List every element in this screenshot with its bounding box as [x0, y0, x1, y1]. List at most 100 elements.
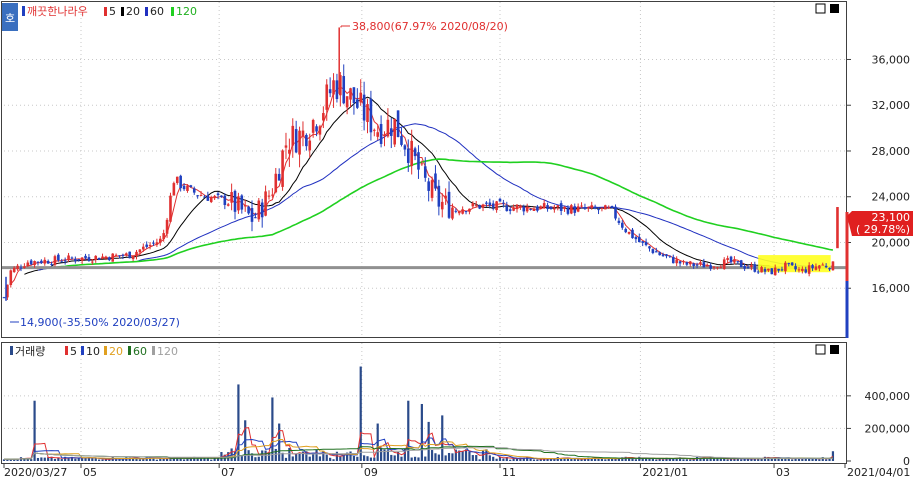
candle-body	[593, 206, 597, 209]
price-tick-label: 24,000	[872, 191, 911, 204]
candle-body	[33, 261, 36, 266]
volume-bar	[43, 457, 46, 461]
volume-bar	[318, 456, 322, 461]
price-tick-label: 32,000	[872, 99, 911, 112]
volume-tick-label: 200,000	[865, 422, 911, 435]
candle-body	[97, 257, 101, 260]
candle-body	[118, 255, 121, 257]
candle-body	[702, 262, 706, 268]
side-icon[interactable]: 호	[5, 12, 15, 25]
current-price-badge: 23,100 ( 29.78%)	[847, 211, 913, 236]
current-change-text: ( 29.78%)	[856, 223, 910, 236]
volume-bar	[444, 455, 447, 461]
candle-body	[627, 231, 631, 234]
volume-bar	[67, 458, 70, 461]
candle-body	[807, 265, 811, 274]
volume-bar	[818, 459, 821, 461]
candle-body	[671, 256, 675, 264]
volume-bar	[329, 457, 332, 461]
candle-body	[675, 259, 678, 264]
candle-body	[2, 297, 6, 299]
volume-bar	[427, 421, 430, 461]
volume-bar	[580, 459, 583, 461]
candle-body	[420, 163, 424, 165]
candle-body	[580, 205, 583, 207]
vlegend-60-swatch	[128, 346, 131, 355]
x-tick-label: 2021/01	[642, 466, 688, 479]
candle-body	[379, 123, 383, 144]
candle-body	[53, 256, 57, 265]
candle-body	[67, 255, 70, 260]
candle-body	[128, 251, 131, 259]
candle-body	[444, 195, 447, 199]
candle-body	[566, 207, 570, 214]
candle-body	[604, 205, 607, 210]
candle-body	[777, 268, 780, 271]
volume-bar	[407, 400, 410, 461]
price-panel-close-button[interactable]	[830, 4, 839, 13]
candle-body	[294, 129, 298, 153]
candle-body	[403, 145, 407, 150]
volume-bar	[60, 459, 63, 461]
candle-body	[576, 206, 580, 212]
candle-body	[264, 191, 267, 216]
candle-body	[356, 99, 359, 108]
candle-body	[101, 256, 104, 259]
candle-body	[712, 266, 716, 268]
max-annotation-text: 38,800(67.97% 2020/08/20)	[352, 20, 508, 33]
volume-bar	[240, 455, 243, 461]
candle-body	[192, 188, 196, 193]
volume-bar	[570, 459, 573, 461]
candle-body	[345, 96, 349, 108]
volume-bar	[13, 459, 16, 461]
candle-body	[491, 203, 495, 208]
x-tick-label: 2021/04/01	[847, 466, 910, 479]
volume-bar	[634, 459, 637, 461]
candle-body	[23, 266, 26, 269]
price-tick-label: 20,000	[872, 236, 911, 249]
candle-body	[308, 140, 312, 151]
candle-body	[794, 266, 797, 270]
candle-body	[196, 195, 199, 197]
candle-body	[423, 166, 427, 178]
candle-body	[688, 261, 692, 265]
x-tick-label: 09	[364, 466, 378, 479]
candle-body	[220, 195, 223, 197]
candle-body	[172, 183, 176, 196]
vlegend-120-label: 120	[157, 345, 178, 358]
candle-body	[522, 206, 526, 212]
price-panel-maximize-button[interactable]	[815, 3, 826, 14]
candle-body	[621, 222, 624, 228]
candle-body	[332, 80, 335, 95]
candle-body	[570, 205, 573, 214]
candle-body	[91, 261, 94, 263]
volume-bar	[369, 457, 373, 461]
volume-bar	[210, 459, 213, 461]
candle-body	[50, 263, 53, 265]
candle-body	[773, 267, 777, 276]
x-tick-label: 05	[83, 466, 97, 479]
candle-body	[335, 80, 339, 100]
volume-bar	[648, 458, 651, 461]
candle-body	[369, 98, 373, 133]
volume-panel-close-button[interactable]	[830, 345, 839, 354]
candle-body	[508, 209, 512, 211]
candle-body	[726, 258, 729, 260]
candle-body	[756, 271, 760, 273]
volume-bar	[447, 452, 451, 461]
volume-bar	[515, 458, 519, 461]
candle-body	[512, 207, 515, 211]
candle-body	[434, 173, 437, 189]
candle-body	[814, 266, 818, 270]
candle-body	[325, 84, 329, 110]
volume-bar	[339, 456, 342, 461]
candle-body	[485, 202, 488, 204]
candle-body	[36, 261, 40, 263]
candle-body	[590, 205, 594, 208]
candle-body	[281, 150, 284, 187]
candle-body	[532, 208, 536, 211]
candle-body	[87, 257, 91, 261]
volume-panel-maximize-button[interactable]	[815, 344, 826, 355]
candle-body	[298, 130, 301, 155]
volume-bar	[464, 449, 468, 461]
